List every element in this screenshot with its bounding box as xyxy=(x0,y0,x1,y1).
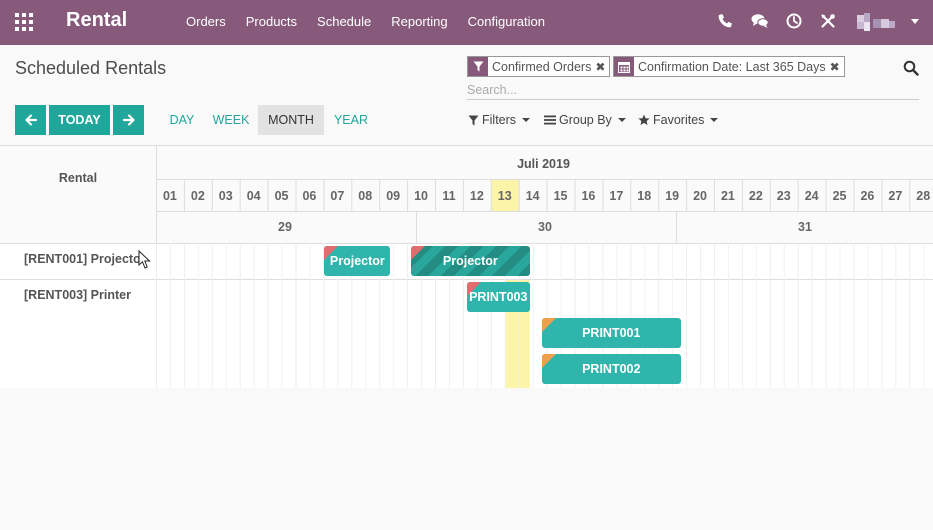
week-label-31: 31 xyxy=(798,220,812,234)
day-label-09: 09 xyxy=(386,189,400,203)
day-label-12: 12 xyxy=(470,189,484,203)
clock-icon[interactable] xyxy=(786,13,802,29)
caret-down-icon xyxy=(710,118,719,122)
facet-label: Confirmed Orders xyxy=(492,59,592,74)
day-label-16: 16 xyxy=(581,189,595,203)
gantt-header-bg xyxy=(0,146,933,243)
day-label-21: 21 xyxy=(721,189,735,203)
caret-down-icon xyxy=(617,118,626,122)
day-label-25: 25 xyxy=(833,189,847,203)
status-corner-icon xyxy=(410,246,425,260)
day-label-11: 11 xyxy=(442,189,455,203)
filter-icon xyxy=(468,115,479,125)
facet-remove-icon[interactable]: ✖ xyxy=(595,60,609,74)
day-label-05: 05 xyxy=(275,189,289,203)
menu-reporting[interactable]: Reporting xyxy=(381,0,457,45)
menu-orders[interactable]: Orders xyxy=(176,0,236,45)
pill-label: Projector xyxy=(442,254,498,268)
pill-label: PRINT003 xyxy=(469,290,528,304)
filters-dropdown[interactable]: Filters xyxy=(468,113,531,127)
app-window: Rental Orders Products Schedule Reportin… xyxy=(0,0,933,530)
arrow-right-icon xyxy=(122,114,135,126)
user-menu-caret-icon[interactable] xyxy=(911,19,919,24)
day-label-06: 06 xyxy=(302,189,316,203)
gantt-row-rent001[interactable]: [RENT001] Projecto xyxy=(24,252,156,266)
scale-day-button[interactable]: DAY xyxy=(164,105,200,135)
day-label-14: 14 xyxy=(526,189,540,203)
top-navbar: Rental Orders Products Schedule Reportin… xyxy=(0,0,933,45)
day-label-10: 10 xyxy=(414,189,428,203)
menu-configuration[interactable]: Configuration xyxy=(458,0,555,45)
scale-month-button[interactable]: MONTH xyxy=(258,105,324,135)
day-label-19: 19 xyxy=(665,189,679,203)
day-label-18: 18 xyxy=(637,189,651,203)
gantt-pill-print003[interactable]: PRINT003 xyxy=(466,282,530,312)
day-label-13: 13 xyxy=(498,189,512,203)
list-icon xyxy=(544,115,556,125)
gantt-pill-print002[interactable]: PRINT002 xyxy=(542,354,681,384)
status-corner-icon xyxy=(542,354,557,368)
day-label-02: 02 xyxy=(191,189,205,203)
favorites-label: Favorites xyxy=(653,113,705,127)
favorites-dropdown[interactable]: Favorites xyxy=(638,113,719,127)
day-label-24: 24 xyxy=(805,189,819,203)
search-input[interactable] xyxy=(467,80,919,100)
groupby-label: Group By xyxy=(559,113,612,127)
day-label-26: 26 xyxy=(860,189,874,203)
day-label-20: 20 xyxy=(693,189,707,203)
facet-confirmation-date[interactable]: Confirmation Date: Last 365 Days ✖ xyxy=(613,56,845,77)
pill-label: PRINT002 xyxy=(582,362,641,376)
facet-confirmed-orders[interactable]: Confirmed Orders ✖ xyxy=(467,56,611,77)
gantt-pill-projector[interactable]: Projector xyxy=(410,246,530,276)
gantt-row-rent003[interactable]: [RENT003] Printer xyxy=(24,288,156,302)
caret-down-icon xyxy=(522,118,531,122)
day-label-23: 23 xyxy=(777,189,791,203)
day-label-17: 17 xyxy=(609,189,623,203)
groupby-dropdown[interactable]: Group By xyxy=(544,113,626,127)
app-brand[interactable]: Rental xyxy=(66,9,127,32)
facet-label: Confirmation Date: Last 365 Days xyxy=(638,59,826,74)
today-button[interactable]: TODAY xyxy=(49,105,110,135)
gantt-pill-print001[interactable]: PRINT001 xyxy=(542,318,681,348)
chat-icon[interactable] xyxy=(751,13,769,29)
mouse-cursor-icon xyxy=(138,250,151,269)
page-title: Scheduled Rentals xyxy=(15,58,167,78)
scale-year-button[interactable]: YEAR xyxy=(328,105,374,135)
filter-icon xyxy=(468,57,488,76)
day-label-15: 15 xyxy=(554,189,568,203)
tools-icon[interactable] xyxy=(820,13,836,29)
day-label-28: 28 xyxy=(916,189,930,203)
previous-button[interactable] xyxy=(15,105,46,135)
scale-week-button[interactable]: WEEK xyxy=(206,105,256,135)
filters-label: Filters xyxy=(482,113,517,127)
gantt-row-header-title: Rental xyxy=(58,171,98,185)
phone-icon[interactable] xyxy=(717,13,733,29)
day-label-03: 03 xyxy=(219,189,233,203)
week-label-30: 30 xyxy=(538,220,552,234)
arrow-left-icon xyxy=(24,114,37,126)
pill-label: PRINT001 xyxy=(582,326,641,340)
day-label-07: 07 xyxy=(330,189,344,203)
status-corner-icon xyxy=(542,318,557,332)
pill-label: Projector xyxy=(329,254,385,268)
day-label-08: 08 xyxy=(358,189,372,203)
day-label-27: 27 xyxy=(888,189,902,203)
day-label-01: 01 xyxy=(163,189,177,203)
next-button[interactable] xyxy=(113,105,144,135)
menu-products[interactable]: Products xyxy=(236,0,307,45)
apps-menu-icon[interactable] xyxy=(15,13,33,31)
day-label-22: 22 xyxy=(749,189,763,203)
gantt-month-label: Juli 2019 xyxy=(517,157,570,171)
star-icon xyxy=(638,114,650,125)
menu-schedule[interactable]: Schedule xyxy=(307,0,381,45)
calendar-icon xyxy=(614,57,634,76)
day-label-04: 04 xyxy=(247,189,261,203)
week-label-29: 29 xyxy=(278,220,292,234)
search-icon[interactable] xyxy=(903,60,919,76)
user-avatar[interactable] xyxy=(857,13,895,31)
main-menu: Orders Products Schedule Reporting Confi… xyxy=(176,0,555,45)
facet-remove-icon[interactable]: ✖ xyxy=(830,60,844,74)
gantt-pill-projector[interactable]: Projector xyxy=(324,246,391,276)
